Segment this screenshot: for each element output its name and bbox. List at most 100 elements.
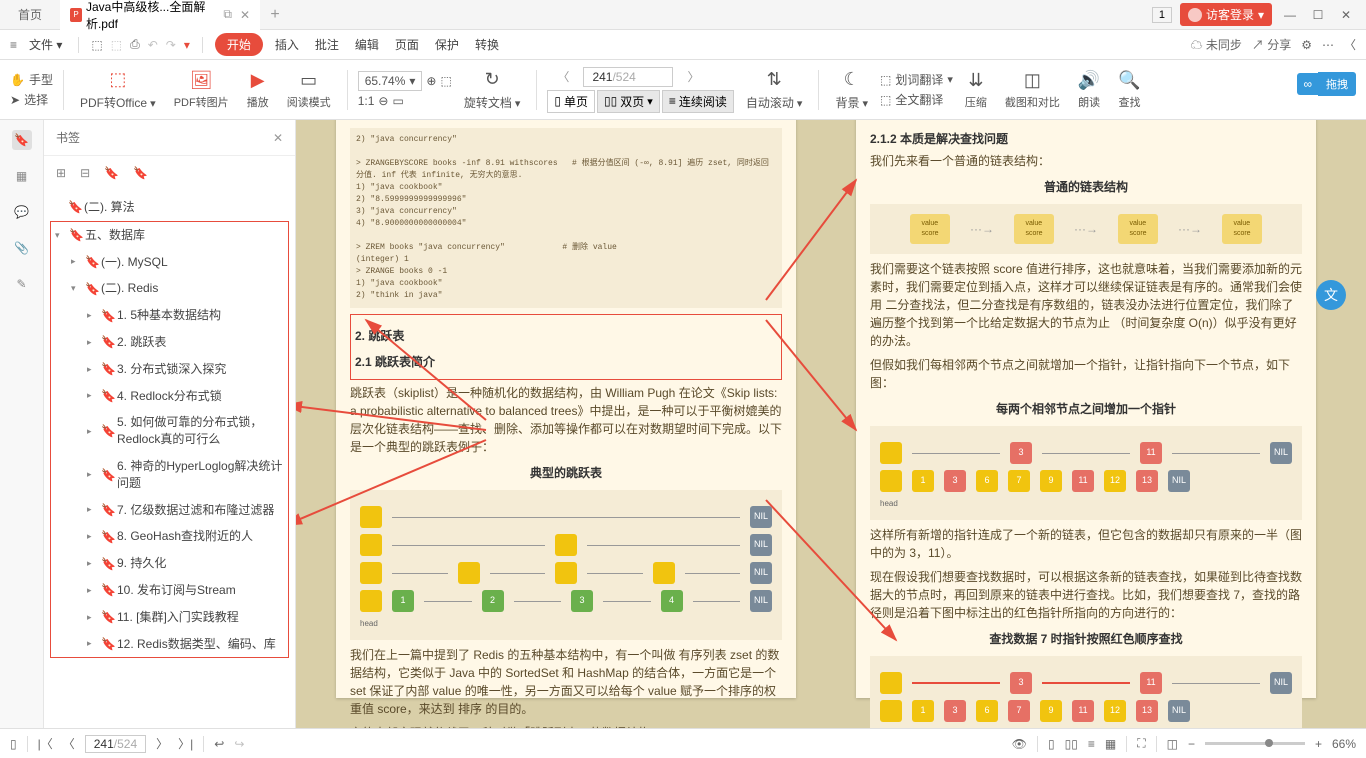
bookmark-item[interactable]: 🔖(二). 算法 <box>50 194 289 221</box>
fit-page-icon[interactable]: ▭ <box>392 94 403 108</box>
page-tab[interactable]: 页面 <box>391 36 423 53</box>
annotate-tab[interactable]: 批注 <box>311 36 343 53</box>
tree-arrow-icon[interactable]: ▾ <box>55 230 65 241</box>
rotate-document[interactable]: ↻旋转文档 ▾ <box>458 69 527 111</box>
auto-scroll[interactable]: ⇅自动滚动 ▾ <box>740 69 809 111</box>
tree-arrow-icon[interactable]: ▸ <box>87 558 97 569</box>
bookmark-nav-icon[interactable]: 🔖 <box>133 166 148 180</box>
maximize-button[interactable]: ☐ <box>1308 8 1328 22</box>
page-indicator[interactable]: 241/524 <box>85 735 146 753</box>
read-mode[interactable]: ▭阅读模式 <box>281 69 337 110</box>
fit-width-icon[interactable]: ⬚ <box>440 74 451 88</box>
last-page-icon[interactable]: 〉| <box>178 735 193 752</box>
protect-tab[interactable]: 保护 <box>431 36 463 53</box>
more-icon[interactable]: ⋯ <box>1322 38 1334 52</box>
minimize-button[interactable]: — <box>1280 8 1300 22</box>
comment-rail-icon[interactable]: 💬 <box>12 202 32 222</box>
double-page-view[interactable]: ▯▯双页 ▾ <box>597 90 660 113</box>
single-page-view[interactable]: ▯单页 <box>547 90 595 113</box>
bookmark-item[interactable]: ▸🔖4. Redlock分布式锁 <box>51 383 288 410</box>
view-double-sb-icon[interactable]: ▯▯ <box>1065 737 1078 751</box>
prev-page-sb-icon[interactable]: 〈 <box>63 735 75 752</box>
tree-arrow-icon[interactable]: ▸ <box>87 469 97 480</box>
full-translate[interactable]: ⬚全文翻译 <box>880 91 953 108</box>
collapse-all-icon[interactable]: ⊟ <box>80 166 90 180</box>
document-tab[interactable]: P Java中高级核...全面解析.pdf ⧉ ✕ <box>60 0 260 30</box>
bookmark-item[interactable]: ▸🔖1. 5种基本数据结构 <box>51 302 288 329</box>
nav-back-icon[interactable]: ↩ <box>214 737 224 751</box>
bookmark-item[interactable]: ▸🔖(一). MySQL <box>51 249 288 276</box>
next-page-sb-icon[interactable]: 〉 <box>156 735 168 752</box>
find-button[interactable]: 🔍查找 <box>1112 69 1146 110</box>
zoom-out-sb-icon[interactable]: − <box>1188 737 1195 751</box>
cloud-drag-button[interactable]: ∞ 拖拽 <box>1297 72 1356 96</box>
actual-size-icon[interactable]: 1:1 <box>358 94 375 108</box>
bookmark-item[interactable]: ▾🔖五、数据库 <box>51 222 288 249</box>
first-page-icon[interactable]: |〈 <box>38 735 53 752</box>
tab-close-icon[interactable]: ✕ <box>240 8 250 22</box>
bookmark-rail-icon[interactable]: 🔖 <box>12 130 32 150</box>
fit-icon[interactable]: ◫ <box>1167 737 1178 751</box>
zoom-level[interactable]: 65.74% ▾ <box>358 71 423 91</box>
bookmark-item[interactable]: ▸🔖5. 如何做可靠的分布式锁，Redlock真的可行么 <box>51 409 288 453</box>
tree-arrow-icon[interactable]: ▸ <box>87 390 97 401</box>
tree-arrow-icon[interactable]: ▸ <box>87 337 97 348</box>
zoom-in-sb-icon[interactable]: + <box>1315 737 1322 751</box>
bookmark-item[interactable]: ▸🔖6. 神奇的HyperLoglog解决统计问题 <box>51 453 288 497</box>
fullscreen-icon[interactable]: ⛶ <box>1137 736 1145 751</box>
play-button[interactable]: ▶播放 <box>241 69 275 110</box>
share-button[interactable]: ↗ 分享 <box>1252 36 1291 53</box>
sidebar-close-icon[interactable]: ✕ <box>273 131 283 145</box>
view-continuous-sb-icon[interactable]: ≡ <box>1088 737 1095 751</box>
prev-page-icon[interactable]: 〈 <box>547 68 579 85</box>
bookmark-item[interactable]: ▸🔖11. [集群]入门实践教程 <box>51 604 288 631</box>
tree-arrow-icon[interactable]: ▸ <box>87 638 97 649</box>
new-tab-button[interactable]: + <box>260 6 290 24</box>
close-button[interactable]: ✕ <box>1336 8 1356 22</box>
convert-tab[interactable]: 转换 <box>471 36 503 53</box>
bookmark-item[interactable]: ▸🔖7. 亿级数据过滤和布隆过滤器 <box>51 497 288 524</box>
collapse-ribbon-icon[interactable]: 〈 <box>1344 36 1356 53</box>
zoom-in-icon[interactable]: ⊕ <box>426 74 436 88</box>
bookmark-item[interactable]: ▸🔖3. 分布式锁深入探究 <box>51 356 288 383</box>
settings-icon[interactable]: ⚙ <box>1301 38 1312 52</box>
redo-icon[interactable]: ↷ <box>166 38 176 52</box>
attachment-rail-icon[interactable]: 📎 <box>12 238 32 258</box>
bookmark-item[interactable]: ▸🔖8. GeoHash查找附近的人 <box>51 523 288 550</box>
open-icon[interactable]: ⬚ <box>91 38 102 52</box>
tree-arrow-icon[interactable]: ▸ <box>71 256 81 267</box>
sidebar-toggle-icon[interactable]: ▯ <box>10 737 17 751</box>
page-input[interactable]: 241/524 <box>583 67 673 87</box>
background-button[interactable]: ☾背景 ▾ <box>829 69 874 111</box>
bookmark-item[interactable]: ▾🔖(二). Redis <box>51 275 288 302</box>
bookmark-item[interactable]: ▸🔖2. 跳跃表 <box>51 329 288 356</box>
tree-arrow-icon[interactable]: ▸ <box>87 364 97 375</box>
edit-tab[interactable]: 编辑 <box>351 36 383 53</box>
insert-tab[interactable]: 插入 <box>271 36 303 53</box>
signature-rail-icon[interactable]: ✎ <box>12 274 32 294</box>
tree-arrow-icon[interactable]: ▸ <box>87 612 97 623</box>
bookmark-item[interactable]: ▸🔖12. Redis数据类型、编码、库 <box>51 631 288 658</box>
zoom-slider[interactable] <box>1205 742 1305 745</box>
tree-arrow-icon[interactable]: ▸ <box>87 504 97 515</box>
tree-arrow-icon[interactable]: ▾ <box>71 283 81 294</box>
bookmark-add-icon[interactable]: 🔖 <box>104 166 119 180</box>
home-button[interactable]: 首页 <box>0 0 60 30</box>
tree-arrow-icon[interactable]: ▸ <box>87 310 97 321</box>
word-translate[interactable]: ⬚划词翻译 ▾ <box>880 71 953 88</box>
zoom-value[interactable]: 66% <box>1332 737 1356 751</box>
hand-tool[interactable]: ✋手型 <box>10 71 53 88</box>
expand-all-icon[interactable]: ⊞ <box>56 166 66 180</box>
sync-status[interactable]: ☁ 未同步 <box>1191 36 1242 53</box>
select-tool[interactable]: ➤选择 <box>10 91 53 108</box>
tree-arrow-icon[interactable]: ▸ <box>87 585 97 596</box>
zoom-out-icon[interactable]: ⊖ <box>378 94 388 108</box>
thumbnail-rail-icon[interactable]: ▦ <box>12 166 32 186</box>
translate-float-button[interactable]: 文 <box>1316 280 1346 310</box>
bookmark-item[interactable]: ▸🔖9. 持久化 <box>51 550 288 577</box>
tree-arrow-icon[interactable]: ▸ <box>87 531 97 542</box>
file-menu[interactable]: 文件 ▾ <box>25 36 66 53</box>
print-icon[interactable]: ⎙ <box>130 37 140 52</box>
compress-button[interactable]: ⇊压缩 <box>959 69 993 110</box>
dropdown-icon[interactable]: ▾ <box>184 38 190 52</box>
